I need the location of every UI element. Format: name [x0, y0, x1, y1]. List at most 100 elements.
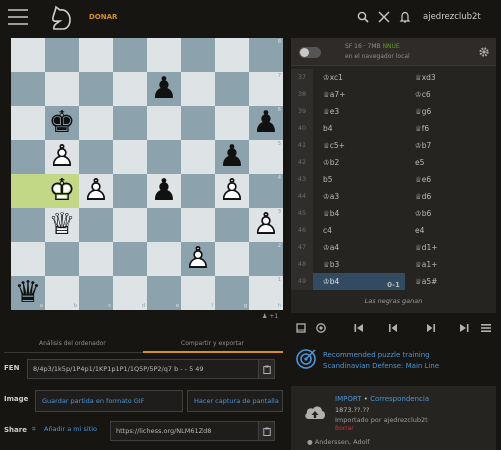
black-move[interactable]: ♕f6	[405, 120, 496, 137]
square-e4[interactable]: ♟	[147, 174, 181, 208]
square-g7[interactable]	[215, 72, 249, 106]
puzzle-line2[interactable]: Scandinavian Defense: Main Line	[323, 362, 439, 370]
square-g6[interactable]	[215, 106, 249, 140]
square-f7[interactable]	[181, 72, 215, 106]
square-d2[interactable]	[113, 242, 147, 276]
screenshot-button[interactable]: Hacer captura de pantalla	[187, 390, 283, 412]
white-move[interactable]: ♔a4	[313, 239, 405, 256]
square-g2[interactable]	[215, 242, 249, 276]
tab-share-export[interactable]: Compartir y exportar	[181, 340, 244, 347]
add-to-site-link[interactable]: Añadir a mi sitio	[44, 425, 97, 433]
square-c1[interactable]: c	[79, 276, 113, 310]
white-move[interactable]: ♔a3	[313, 188, 405, 205]
white-pawn-icon[interactable]: ♟ ♙	[45, 140, 79, 174]
square-e3[interactable]	[147, 208, 181, 242]
square-f6[interactable]	[181, 106, 215, 140]
square-e2[interactable]	[147, 242, 181, 276]
white-move[interactable]: b5	[313, 171, 405, 188]
menu-icon[interactable]	[8, 9, 28, 25]
square-h2[interactable]: 2	[249, 242, 283, 276]
square-e7[interactable]: ♟	[147, 72, 181, 106]
square-f4[interactable]	[181, 174, 215, 208]
black-pawn-icon[interactable]: ♟	[147, 174, 181, 208]
square-f8[interactable]	[181, 38, 215, 72]
square-f3[interactable]	[181, 208, 215, 242]
square-e1[interactable]: e	[147, 276, 181, 310]
square-f2[interactable]: ♟ ♙	[181, 242, 215, 276]
black-move[interactable]: ♕xd3	[405, 69, 496, 86]
square-c6[interactable]	[79, 106, 113, 140]
import-link[interactable]: IMPORT	[335, 395, 361, 403]
white-queen-icon[interactable]: ♛ ♕	[45, 208, 79, 242]
square-a8[interactable]	[11, 38, 45, 72]
username-link[interactable]: ajedrezclub2t	[423, 12, 481, 22]
black-move[interactable]: ♕e6	[405, 171, 496, 188]
square-h8[interactable]: 8	[249, 38, 283, 72]
square-b7[interactable]	[45, 72, 79, 106]
white-pawn-icon[interactable]: ♟ ♙	[215, 174, 249, 208]
square-c3[interactable]	[79, 208, 113, 242]
square-g5[interactable]: ♟	[215, 140, 249, 174]
black-move[interactable]: ♕d6	[405, 188, 496, 205]
square-c2[interactable]	[79, 242, 113, 276]
hamburger-menu-icon[interactable]	[480, 322, 492, 334]
chessboard[interactable]: 8 ♟ 7 ♚ 6 ♟ ♟ ♙ ♟ 5 ♚ ♔ ♟ ♙ ♟ ♟ ♙ 4 ♛ ♕ 3 ♟ ♙ ♟ ♙ 2 a ♛ b c d e f g h 1	[11, 38, 283, 310]
black-pawn-icon[interactable]: ♟	[215, 140, 249, 174]
black-pawn-icon[interactable]: ♟	[147, 72, 181, 106]
square-a3[interactable]	[11, 208, 45, 242]
white-move[interactable]: ♔xc1	[313, 69, 405, 86]
puzzle-recommendation[interactable]: Recommended puzzle training Scandinavian…	[291, 345, 496, 375]
square-h5[interactable]: 5	[249, 140, 283, 174]
square-b2[interactable]	[45, 242, 79, 276]
next-move-icon[interactable]	[425, 322, 437, 334]
black-move[interactable]: e4	[405, 222, 496, 239]
donate-link[interactable]: DONAR	[89, 13, 117, 21]
square-g8[interactable]	[215, 38, 249, 72]
white-move[interactable]: ♕b3	[313, 256, 405, 273]
white-pawn-icon[interactable]: ♟ ♙	[79, 174, 113, 208]
square-c5[interactable]	[79, 140, 113, 174]
black-move[interactable]: ♔b7	[405, 137, 496, 154]
square-b4[interactable]: ♚ ♔	[45, 174, 79, 208]
square-d1[interactable]: d	[113, 276, 147, 310]
white-move[interactable]: ♕a7+	[313, 86, 405, 103]
black-move[interactable]: ♕g6	[405, 103, 496, 120]
square-h4[interactable]: 4	[249, 174, 283, 208]
black-king-icon[interactable]: ♚	[45, 106, 79, 140]
square-b6[interactable]: ♚	[45, 106, 79, 140]
square-d7[interactable]	[113, 72, 147, 106]
square-f1[interactable]: f	[181, 276, 215, 310]
black-move[interactable]: ♕d1+	[405, 239, 496, 256]
square-e5[interactable]	[147, 140, 181, 174]
delete-link[interactable]: Borrar	[335, 425, 354, 432]
square-g1[interactable]: g	[215, 276, 249, 310]
square-c4[interactable]: ♟ ♙	[79, 174, 113, 208]
black-queen-icon[interactable]: ♛	[11, 276, 45, 310]
square-b3[interactable]: ♛ ♕	[45, 208, 79, 242]
square-g3[interactable]	[215, 208, 249, 242]
black-move[interactable]: ♔b6	[405, 205, 496, 222]
square-h3[interactable]: 3 ♟ ♙	[249, 208, 283, 242]
white-move[interactable]: ♔b2	[313, 154, 405, 171]
square-c8[interactable]	[79, 38, 113, 72]
fen-input[interactable]: 8/4p3/1k5p/1P4p1/1KP1p1P1/1Q5P/5P2/q7 b …	[27, 359, 259, 379]
square-h6[interactable]: 6 ♟	[249, 106, 283, 140]
square-b5[interactable]: ♟ ♙	[45, 140, 79, 174]
puzzle-line1[interactable]: Recommended puzzle training	[323, 351, 430, 359]
white-pawn-icon[interactable]: ♟ ♙	[181, 242, 215, 276]
square-d4[interactable]	[113, 174, 147, 208]
square-g4[interactable]: ♟ ♙	[215, 174, 249, 208]
swords-icon[interactable]	[378, 11, 390, 23]
square-b1[interactable]: b	[45, 276, 79, 310]
white-move[interactable]: c4	[313, 222, 405, 239]
black-move[interactable]: ♕a1+	[405, 256, 496, 273]
board-squares[interactable]: 8 ♟ 7 ♚ 6 ♟ ♟ ♙ ♟ 5 ♚ ♔ ♟ ♙ ♟ ♟ ♙ 4 ♛ ♕ 3 ♟ ♙ ♟ ♙ 2 a ♛ b c d e f g h 1	[11, 38, 283, 310]
engine-toggle[interactable]	[299, 47, 321, 58]
bell-icon[interactable]	[399, 11, 411, 23]
square-a5[interactable]	[11, 140, 45, 174]
square-h1[interactable]: h1	[249, 276, 283, 310]
book-icon[interactable]	[295, 322, 307, 334]
white-move[interactable]: ♕c5+	[313, 137, 405, 154]
tab-computer-analysis[interactable]: Análisis del ordenador	[39, 340, 106, 347]
square-h7[interactable]: 7	[249, 72, 283, 106]
